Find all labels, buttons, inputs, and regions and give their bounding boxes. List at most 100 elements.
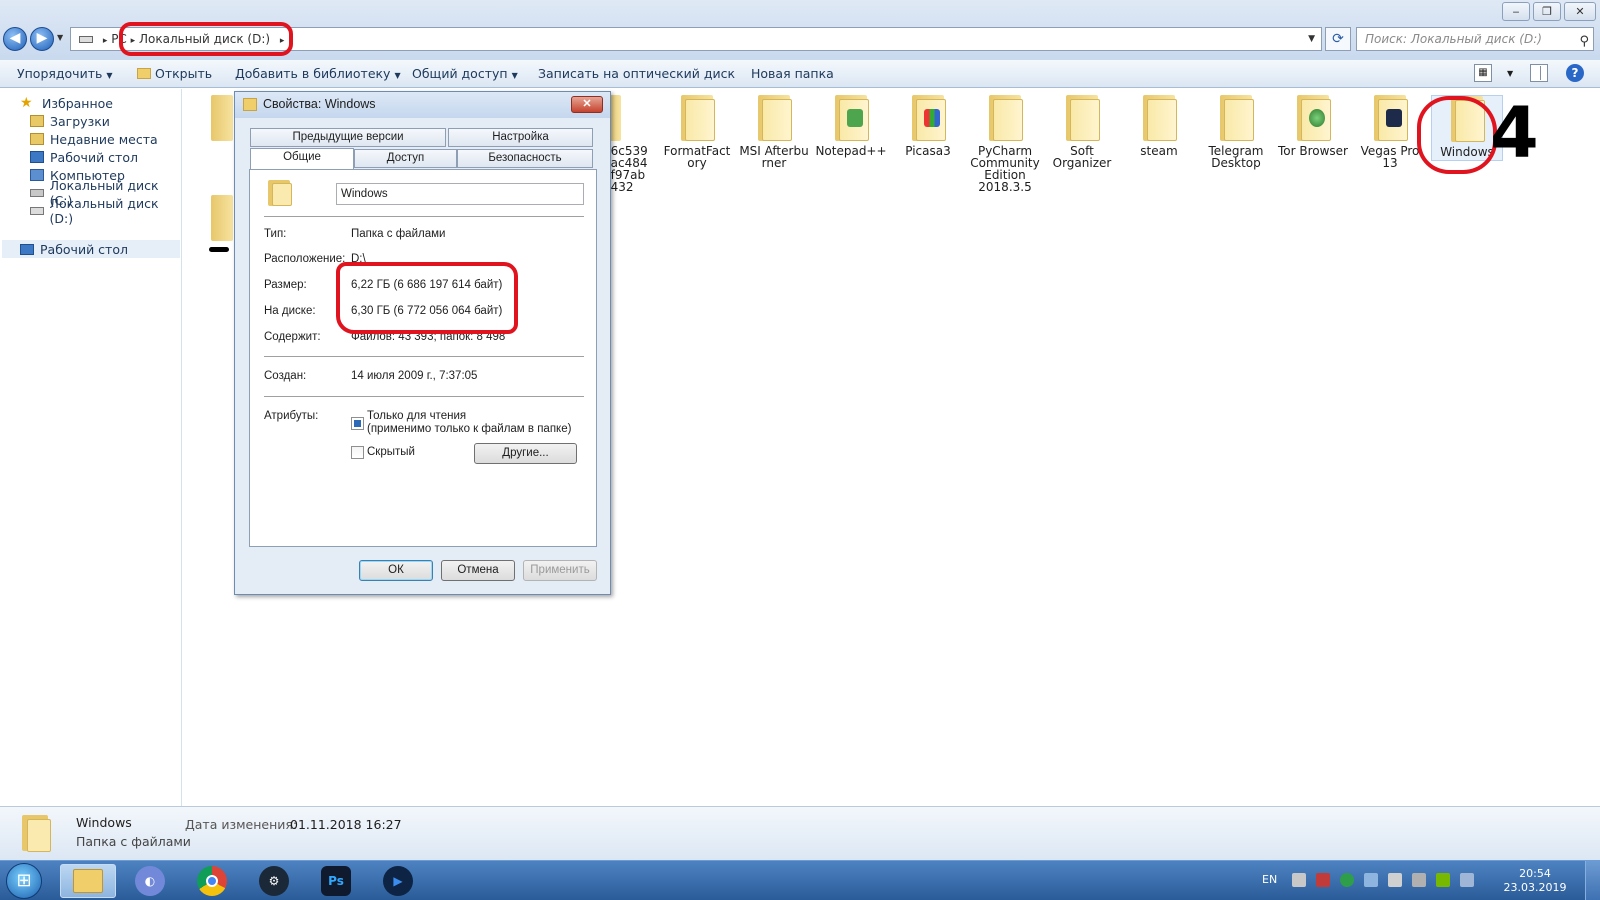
folder-icon bbox=[752, 95, 796, 141]
steam-icon: ⚙ bbox=[259, 866, 289, 896]
network-icon[interactable] bbox=[1364, 873, 1378, 887]
help-icon[interactable]: ? bbox=[1566, 64, 1584, 82]
lock-icon[interactable] bbox=[1412, 873, 1426, 887]
divider bbox=[264, 216, 584, 217]
apply-button[interactable]: Применить bbox=[523, 560, 597, 581]
file-item[interactable]: Soft Organizer bbox=[1046, 95, 1118, 169]
file-item[interactable] bbox=[211, 195, 235, 245]
close-window-button[interactable]: ✕ bbox=[1564, 2, 1596, 21]
selected-item-name: Windows bbox=[76, 815, 132, 830]
tab-previous-versions[interactable]: Предыдущие версии bbox=[250, 128, 446, 147]
sidebar-item-downloads[interactable]: Загрузки bbox=[30, 112, 110, 130]
cancel-button[interactable]: Отмена bbox=[441, 560, 515, 581]
nvidia-icon[interactable] bbox=[1436, 873, 1450, 887]
new-folder-button[interactable]: Новая папка bbox=[751, 66, 834, 81]
burn-button[interactable]: Записать на оптический диск bbox=[538, 66, 735, 81]
language-indicator[interactable]: EN bbox=[1262, 873, 1277, 886]
open-button[interactable]: Открыть bbox=[137, 66, 212, 81]
file-item[interactable]: MSI Afterburner bbox=[738, 95, 810, 169]
refresh-button[interactable]: ⟳ bbox=[1325, 27, 1351, 51]
back-button[interactable]: ◀ bbox=[3, 27, 27, 51]
tab-access[interactable]: Доступ bbox=[354, 149, 457, 168]
file-item[interactable]: Telegram Desktop bbox=[1200, 95, 1272, 169]
forward-button[interactable]: ▶ bbox=[30, 27, 54, 51]
taskbar-photoshop[interactable]: Ps bbox=[308, 864, 364, 898]
folder-icon bbox=[266, 178, 296, 208]
taskbar-steam[interactable]: ⚙ bbox=[246, 864, 302, 898]
search-placeholder: Поиск: Локальный диск (D:) bbox=[1365, 32, 1542, 46]
antivirus-icon[interactable] bbox=[1316, 873, 1330, 887]
properties-dialog: Свойства: Windows ✕ Предыдущие версии На… bbox=[234, 91, 611, 595]
folder-name-field[interactable]: Windows bbox=[336, 183, 584, 205]
taskbar-chrome[interactable] bbox=[184, 864, 240, 898]
play-icon: ▶ bbox=[383, 866, 413, 896]
search-input[interactable]: Поиск: Локальный диск (D:) ⚲ bbox=[1356, 27, 1594, 51]
preview-pane-button[interactable] bbox=[1530, 64, 1548, 82]
arrow-left-icon: ◀ bbox=[9, 30, 21, 46]
vegas-pro-icon bbox=[1386, 109, 1402, 127]
display-icon[interactable] bbox=[1460, 873, 1474, 887]
sidebar-item-disk-d[interactable]: Локальный диск (D:) bbox=[30, 196, 181, 226]
add-library-label: Добавить в библиотеку bbox=[235, 66, 391, 81]
volume-icon[interactable] bbox=[1388, 873, 1402, 887]
sidebar-item-recent[interactable]: Недавние места bbox=[30, 130, 158, 148]
details-pane: Windows Папка с файлами Дата изменения: … bbox=[0, 806, 1600, 860]
file-item[interactable]: Tor Browser bbox=[1277, 95, 1349, 157]
file-name: steam bbox=[1140, 144, 1178, 158]
address-dropdown-icon[interactable]: ▼ bbox=[1308, 28, 1315, 50]
file-item[interactable]: Vegas Pro 13 bbox=[1354, 95, 1426, 169]
sidebar-label: Рабочий стол bbox=[50, 149, 138, 165]
sidebar-label: Рабочий стол bbox=[40, 241, 128, 257]
star-icon: ★ bbox=[20, 95, 33, 111]
search-icon[interactable]: ⚲ bbox=[1579, 31, 1589, 53]
show-desktop-button[interactable] bbox=[1585, 861, 1600, 900]
taskbar-explorer[interactable] bbox=[60, 864, 116, 898]
file-name: PyCharm Community Edition 2018.3.5 bbox=[970, 144, 1040, 194]
tab-general[interactable]: Общие bbox=[250, 148, 354, 169]
dialog-close-button[interactable]: ✕ bbox=[571, 96, 603, 113]
readonly-checkbox[interactable] bbox=[351, 417, 364, 430]
recent-places-icon bbox=[30, 133, 44, 145]
ok-button[interactable]: ОК bbox=[359, 560, 433, 581]
shield-icon[interactable] bbox=[1340, 873, 1354, 887]
created-value: 14 июля 2009 г., 7:37:05 bbox=[351, 370, 478, 382]
file-item[interactable]: steam bbox=[1123, 95, 1195, 157]
file-item[interactable]: Picasa3 bbox=[892, 95, 964, 157]
folder-icon bbox=[1368, 95, 1412, 141]
speaker-icon[interactable] bbox=[1292, 873, 1306, 887]
desktop-icon bbox=[30, 151, 44, 163]
sidebar-item-desktop[interactable]: Рабочий стол bbox=[30, 148, 138, 166]
arrow-right-icon: ▶ bbox=[36, 30, 48, 46]
folder-icon bbox=[211, 95, 235, 141]
file-name: Notepad++ bbox=[815, 144, 887, 158]
hidden-checkbox[interactable] bbox=[351, 446, 364, 459]
view-dropdown-icon[interactable]: ▼ bbox=[1507, 69, 1513, 78]
type-label: Тип: bbox=[264, 228, 287, 240]
organize-button[interactable]: Упорядочить ▼ bbox=[17, 66, 113, 81]
change-view-button[interactable]: ▦ bbox=[1474, 64, 1492, 82]
history-dropdown-icon[interactable]: ▼ bbox=[57, 33, 63, 42]
share-button[interactable]: Общий доступ ▼ bbox=[412, 66, 518, 81]
black-scribble bbox=[209, 247, 229, 252]
tab-settings[interactable]: Настройка bbox=[448, 128, 593, 147]
file-item[interactable]: Notepad++ bbox=[815, 95, 887, 157]
file-item[interactable]: PyCharm Community Edition 2018.3.5 bbox=[969, 95, 1041, 193]
red-annotation-circle bbox=[336, 262, 518, 334]
file-item[interactable]: FormatFactory bbox=[661, 95, 733, 169]
sidebar-item-desktop-root[interactable]: Рабочий стол bbox=[2, 240, 180, 258]
add-to-library-button[interactable]: Добавить в библиотеку ▼ bbox=[235, 66, 401, 81]
attributes-label: Атрибуты: bbox=[264, 410, 319, 422]
restore-button[interactable]: ❐ bbox=[1533, 2, 1561, 21]
taskbar-media-player[interactable]: ▶ bbox=[370, 864, 426, 898]
folder-icon bbox=[829, 95, 873, 141]
minimize-button[interactable]: ‒ bbox=[1502, 2, 1530, 21]
start-button[interactable]: ⊞ bbox=[6, 863, 42, 899]
dialog-titlebar[interactable]: Свойства: Windows ✕ bbox=[235, 92, 610, 118]
file-item[interactable] bbox=[211, 95, 235, 145]
system-clock[interactable]: 20:54 23.03.2019 bbox=[1500, 867, 1570, 895]
advanced-attributes-button[interactable]: Другие... bbox=[474, 443, 577, 464]
taskbar-discord[interactable]: ◐ bbox=[122, 864, 178, 898]
sidebar-item-favorites[interactable]: ★ Избранное bbox=[20, 94, 113, 112]
black-scribble: 4 bbox=[1490, 92, 1539, 174]
tab-security[interactable]: Безопасность bbox=[457, 149, 593, 168]
